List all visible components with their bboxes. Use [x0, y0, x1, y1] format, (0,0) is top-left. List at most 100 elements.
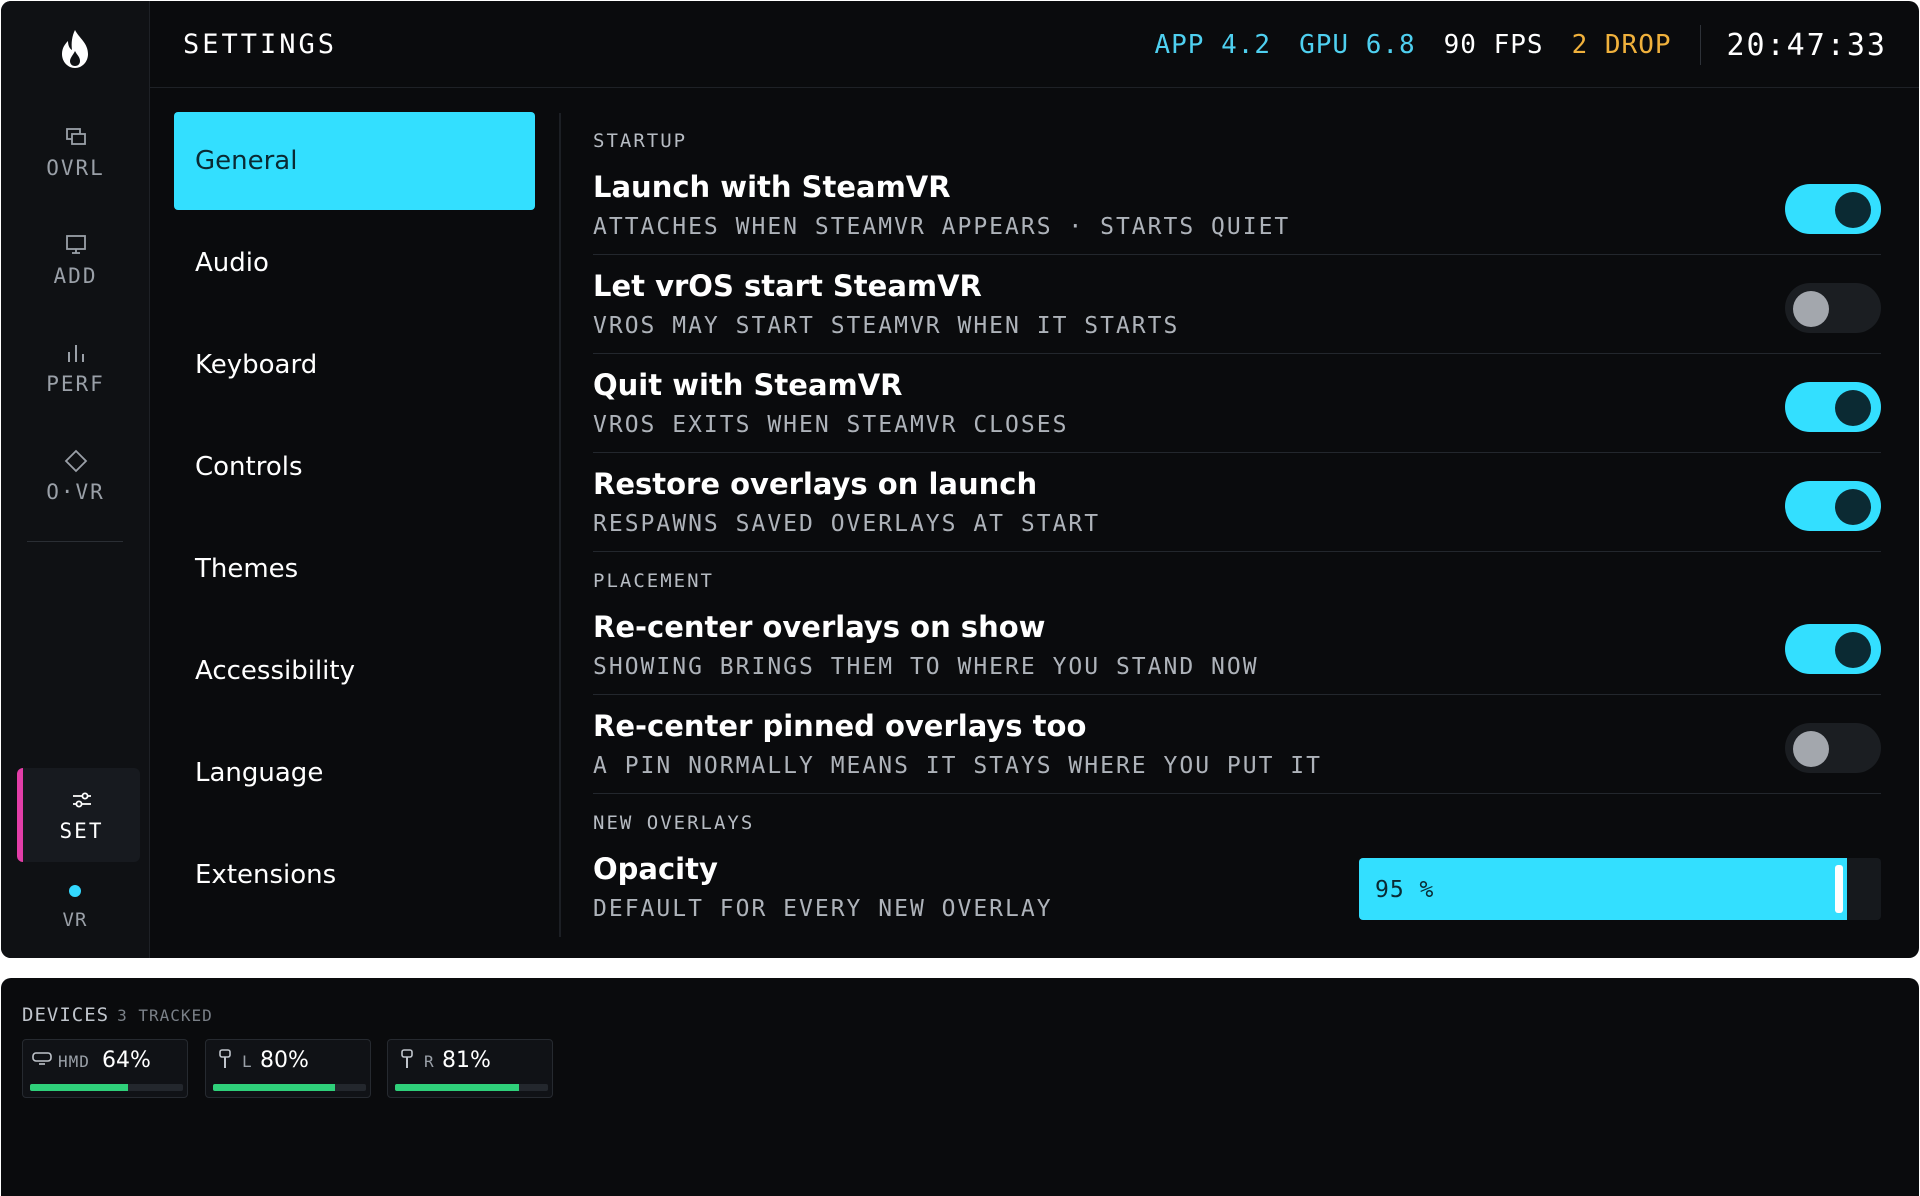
setting-description: VROS EXITS WHEN STEAMVR CLOSES [593, 412, 1069, 438]
quit-with-steamvr-toggle[interactable] [1785, 382, 1881, 432]
category-audio[interactable]: Audio [174, 214, 535, 312]
top-bar: SETTINGS APP 4.2 GPU 6.8 90 FPS 2 DROP 2… [150, 1, 1919, 88]
device-name: R [424, 1052, 435, 1071]
fps-counter: 90 FPS [1443, 30, 1544, 60]
section-title-startup: STARTUP [593, 130, 688, 152]
setting-description: RESPAWNS SAVED OVERLAYS AT START [593, 511, 1101, 537]
overlays-icon [65, 128, 86, 145]
launch-with-steamvr-toggle[interactable] [1785, 184, 1881, 234]
devices-title: DEVICES [22, 1004, 110, 1026]
category-themes[interactable]: Themes [174, 520, 535, 618]
device-hmd[interactable]: HMD 64% [22, 1039, 188, 1098]
vr-status-label: VR [62, 909, 88, 931]
toggle-knob [1835, 192, 1871, 228]
device-right-controller[interactable]: R 81% [387, 1039, 553, 1098]
bar-chart-icon [67, 345, 84, 362]
setting-opacity: Opacity DEFAULT FOR EVERY NEW OVERLAY 95… [593, 838, 1881, 936]
device-name: L [242, 1052, 253, 1071]
rail-item-overlays[interactable]: OVRL [17, 105, 134, 199]
rail-item-perf[interactable]: PERF [17, 321, 134, 415]
opacity-slider[interactable]: 95 % [1359, 858, 1881, 920]
setting-title: Re-center overlays on show [593, 610, 1046, 644]
device-battery-bar [395, 1084, 548, 1091]
category-accessibility[interactable]: Accessibility [174, 622, 535, 720]
rail-item-label: ADD [53, 264, 98, 288]
let-vros-start-steamvr-toggle[interactable] [1785, 283, 1881, 333]
setting-title: Launch with SteamVR [593, 170, 951, 204]
device-battery-pct: 64% [102, 1048, 151, 1073]
rail-item-label: OVRL [46, 156, 105, 180]
category-extensions[interactable]: Extensions [174, 826, 535, 924]
restore-overlays-toggle[interactable] [1785, 481, 1881, 531]
rail-item-label: SET [59, 819, 104, 843]
toggle-knob [1793, 731, 1829, 767]
rail-item-settings[interactable]: SET [17, 768, 140, 862]
device-battery-pct: 81% [442, 1048, 491, 1073]
setting-launch-with-steamvr: Launch with SteamVR ATTACHES WHEN STEAMV… [593, 156, 1881, 255]
page-title: SETTINGS [183, 29, 338, 60]
rail-divider [27, 541, 123, 542]
category-general[interactable]: General [174, 112, 535, 210]
clock: 20:47:33 [1726, 27, 1887, 63]
setting-title: Quit with SteamVR [593, 368, 903, 402]
setting-description: VROS MAY START STEAMVR WHEN IT STARTS [593, 313, 1180, 339]
vr-status: VR [41, 885, 109, 931]
device-battery-bar [213, 1084, 366, 1091]
setting-title: Let vrOS start SteamVR [593, 269, 982, 303]
setting-description: SHOWING BRINGS THEM TO WHERE YOU STAND N… [593, 654, 1259, 680]
device-name: HMD [58, 1052, 90, 1071]
category-language[interactable]: Language [174, 724, 535, 822]
controller-right-icon [401, 1049, 413, 1068]
settings-pane: STARTUP Launch with SteamVR ATTACHES WHE… [593, 112, 1881, 936]
setting-restore-overlays: Restore overlays on launch RESPAWNS SAVE… [593, 453, 1881, 552]
device-battery-pct: 80% [260, 1048, 309, 1073]
toggle-knob [1835, 489, 1871, 525]
settings-categories: General Audio Keyboard Controls Themes A… [174, 112, 535, 928]
controller-left-icon [219, 1049, 231, 1068]
devices-header: DEVICES 3 TRACKED [22, 1004, 213, 1026]
devices-panel: DEVICES 3 TRACKED HMD 64% L 80% R 81% [1, 978, 1919, 1196]
section-title-placement: PLACEMENT [593, 570, 714, 592]
battery-fill [30, 1084, 128, 1091]
device-left-controller[interactable]: L 80% [205, 1039, 371, 1098]
rail-item-openvr[interactable]: O·VR [17, 429, 134, 523]
slider-value: 95 % [1375, 877, 1435, 903]
main-window: OVRL ADD PERF O·VR SET VR SETTINGS APP 4… [1, 1, 1919, 958]
setting-quit-with-steamvr: Quit with SteamVR VROS EXITS WHEN STEAMV… [593, 354, 1881, 453]
setting-title: Restore overlays on launch [593, 467, 1038, 501]
headset-icon [32, 1052, 52, 1065]
vr-status-dot [69, 885, 81, 897]
setting-title: Re-center pinned overlays too [593, 709, 1087, 743]
stats-divider [1699, 25, 1701, 65]
nav-rail: OVRL ADD PERF O·VR SET VR [1, 1, 150, 958]
setting-description: A PIN NORMALLY MEANS IT STAYS WHERE YOU … [593, 753, 1322, 779]
setting-description: ATTACHES WHEN STEAMVR APPEARS · STARTS Q… [593, 214, 1291, 240]
category-controls[interactable]: Controls [174, 418, 535, 516]
setting-title: Opacity [593, 852, 718, 886]
battery-fill [395, 1084, 519, 1091]
flame-logo-icon [62, 30, 88, 68]
setting-recenter-pinned: Re-center pinned overlays too A PIN NORM… [593, 695, 1881, 794]
rail-item-label: PERF [46, 372, 105, 396]
battery-fill [213, 1084, 336, 1091]
setting-description: DEFAULT FOR EVERY NEW OVERLAY [593, 896, 1053, 922]
devices-count: 3 TRACKED [117, 1006, 213, 1025]
pane-divider [559, 113, 561, 937]
sliders-icon [72, 792, 91, 808]
diamond-icon [64, 449, 87, 473]
setting-recenter-on-show: Re-center overlays on show SHOWING BRING… [593, 596, 1881, 695]
device-battery-bar [30, 1084, 183, 1091]
toggle-knob [1835, 390, 1871, 426]
toggle-knob [1793, 291, 1829, 327]
app-frametime: APP 4.2 [1154, 30, 1272, 60]
section-title-new-overlays: NEW OVERLAYS [593, 812, 755, 834]
rail-item-label: O·VR [46, 480, 105, 504]
toggle-knob [1835, 632, 1871, 668]
recenter-on-show-toggle[interactable] [1785, 624, 1881, 674]
gpu-frametime: GPU 6.8 [1299, 30, 1416, 60]
slider-handle[interactable] [1835, 865, 1843, 913]
rail-item-add[interactable]: ADD [17, 213, 134, 307]
category-keyboard[interactable]: Keyboard [174, 316, 535, 414]
perf-stats: APP 4.2 GPU 6.8 90 FPS 2 DROP 20:47:33 [1127, 25, 1888, 65]
recenter-pinned-toggle[interactable] [1785, 723, 1881, 773]
